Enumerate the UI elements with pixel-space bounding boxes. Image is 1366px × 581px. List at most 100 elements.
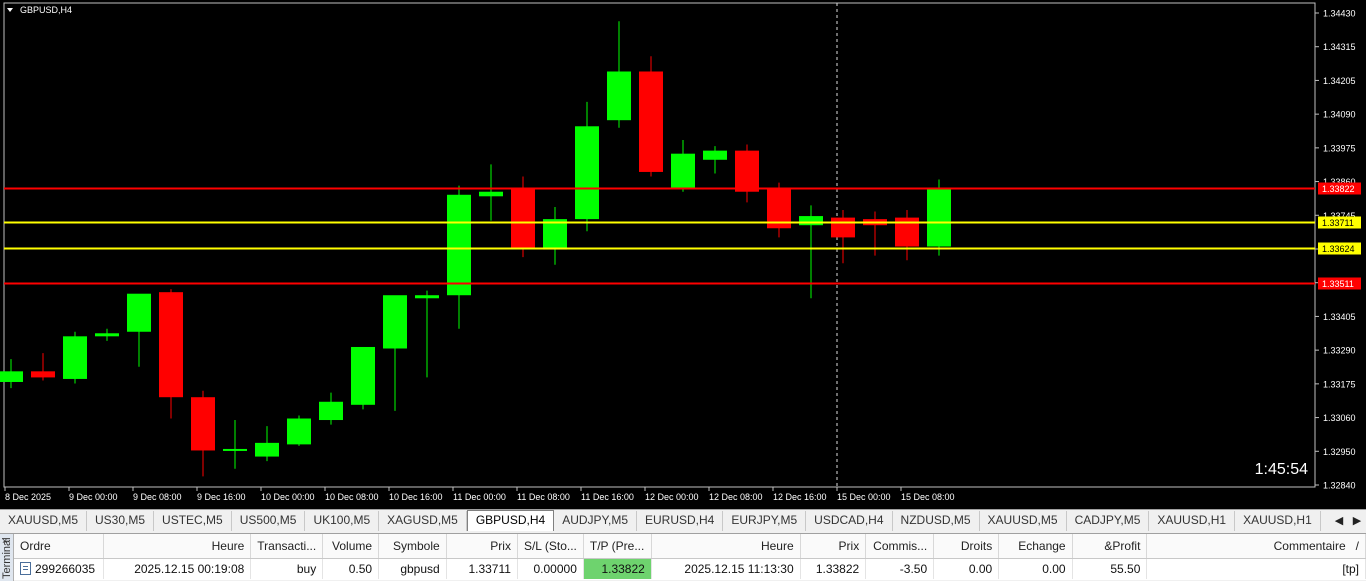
tab-cadjpy-m5-13[interactable]: CADJPY,M5 — [1067, 511, 1150, 531]
bullish-candle — [415, 295, 439, 299]
cell-heure: 2025.12.15 00:19:08 — [103, 558, 252, 579]
tab-xagusd-m5-5[interactable]: XAGUSD,M5 — [379, 511, 467, 531]
cell-tp: 1.33822 — [583, 558, 652, 579]
y-tick-label: 1.34205 — [1323, 76, 1356, 86]
tab-uk100-m5-4[interactable]: UK100,M5 — [305, 511, 380, 531]
bullish-candle — [575, 126, 599, 220]
cell-ordre: 299266035 — [35, 561, 96, 576]
col-profit[interactable]: &Profit — [1072, 534, 1148, 559]
tab-xauusd-m5-0[interactable]: XAUUSD,M5 — [0, 511, 88, 531]
candlestick-chart[interactable]: GBPUSD,H4 1.34430 1.34315 1.34205 1.34090 1.3… — [0, 0, 1366, 509]
bullish-candle — [63, 336, 87, 379]
tab-us500-m5-3[interactable]: US500,M5 — [232, 511, 306, 531]
table-row[interactable]: 299266035 2025.12.15 00:19:08 buy 0.50 g… — [14, 558, 1366, 579]
chart-window[interactable]: GBPUSD,H4 1.34430 1.34315 1.34205 1.34090 1.3… — [0, 0, 1366, 509]
x-tick-label: 10 Dec 00:00 — [261, 492, 315, 502]
bullish-candle — [95, 333, 119, 337]
sort-indicator: / — [1355, 538, 1359, 553]
terminal-panel: × Terminal Ordre Heure Transacti... Volu… — [0, 533, 1366, 581]
x-tick-label: 9 Dec 16:00 — [197, 492, 246, 502]
price-level-label-sl: 1.33511 — [1322, 279, 1354, 289]
col-ordre[interactable]: Ordre — [14, 534, 105, 559]
bullish-candle — [0, 371, 23, 382]
col-commission[interactable]: Commis... — [865, 534, 935, 559]
col-transaction[interactable]: Transacti... — [250, 534, 324, 559]
chart-menu-triangle-icon[interactable] — [7, 8, 13, 12]
x-tick-label: 15 Dec 08:00 — [901, 492, 955, 502]
y-tick-label: 1.34090 — [1323, 110, 1356, 120]
bullish-candle — [255, 442, 279, 457]
bullish-candle — [703, 150, 727, 160]
col-prix[interactable]: Prix — [446, 534, 518, 559]
col-prix-close[interactable]: Prix — [800, 534, 867, 559]
x-tick-label: 8 Dec 2025 — [5, 492, 51, 502]
bullish-candle — [351, 346, 375, 405]
tab-us30-m5-1[interactable]: US30,M5 — [87, 511, 155, 531]
bearish-candle — [159, 292, 183, 398]
cell-prix: 1.33711 — [446, 558, 518, 579]
bullish-candle — [223, 448, 247, 451]
y-tick-label: 1.33290 — [1323, 346, 1356, 356]
col-droits[interactable]: Droits — [933, 534, 1000, 559]
col-symbole[interactable]: Symbole — [378, 534, 447, 559]
x-tick-label: 15 Dec 00:00 — [837, 492, 891, 502]
cell-echange: 0.00 — [998, 558, 1073, 579]
x-tick-label: 10 Dec 08:00 — [325, 492, 379, 502]
y-tick-label: 1.33975 — [1323, 143, 1356, 153]
price-level-label-level: 1.33624 — [1322, 244, 1355, 254]
col-volume[interactable]: Volume — [322, 534, 380, 559]
cell-transaction: buy — [250, 558, 324, 579]
terminal-side-label: Terminal — [1, 537, 13, 579]
tab-audjpy-m5-7[interactable]: AUDJPY,M5 — [554, 511, 637, 531]
tab-scroll-right-icon[interactable]: ▶ — [1348, 511, 1366, 531]
tab-eurjpy-m5-9[interactable]: EURJPY,M5 — [723, 511, 807, 531]
table-header-row: Ordre Heure Transacti... Volume Symbole … — [14, 534, 1366, 559]
cell-profit: 55.50 — [1072, 558, 1148, 579]
x-tick-label: 9 Dec 00:00 — [69, 492, 118, 502]
chart-title: GBPUSD,H4 — [20, 5, 72, 15]
col-heure[interactable]: Heure — [103, 534, 252, 559]
x-tick-label: 12 Dec 00:00 — [645, 492, 699, 502]
bullish-candle — [287, 418, 311, 445]
price-level-label-entry: 1.33711 — [1322, 218, 1354, 228]
x-tick-label: 10 Dec 16:00 — [389, 492, 443, 502]
y-tick-label: 1.33175 — [1323, 379, 1356, 389]
col-echange[interactable]: Echange — [998, 534, 1073, 559]
x-tick-label: 12 Dec 08:00 — [709, 492, 763, 502]
x-tick-label: 12 Dec 16:00 — [773, 492, 827, 502]
bearish-candle — [639, 71, 663, 172]
cell-volume: 0.50 — [322, 558, 380, 579]
tab-eurusd-h4-8[interactable]: EURUSD,H4 — [637, 511, 724, 531]
tab-ustec-m5-2[interactable]: USTEC,M5 — [154, 511, 232, 531]
y-tick-label: 1.33405 — [1323, 312, 1356, 322]
bullish-candle — [127, 293, 151, 332]
tab-xauusd-m5-12[interactable]: XAUUSD,M5 — [980, 511, 1067, 531]
tab-usdcad-h4-10[interactable]: USDCAD,H4 — [806, 511, 893, 531]
bearish-candle — [31, 371, 55, 378]
cell-sl: 0.00000 — [517, 558, 584, 579]
bullish-candle — [319, 401, 343, 421]
x-tick-label: 11 Dec 08:00 — [517, 492, 570, 502]
chart-tab-bar: XAUUSD,M5 US30,M5 USTEC,M5 US500,M5 UK100,M5… — [0, 509, 1366, 531]
tab-scroll-arrows: ◀ ▶ — [1330, 511, 1366, 531]
col-tp[interactable]: T/P (Pre... — [583, 534, 652, 559]
tab-scroll-left-icon[interactable]: ◀ — [1330, 511, 1348, 531]
tab-xauusd-h1-14[interactable]: XAUUSD,H1 — [1149, 511, 1236, 531]
col-heure-close[interactable]: Heure — [651, 534, 801, 559]
cell-symbole: gbpusd — [378, 558, 447, 579]
bullish-candle — [927, 188, 951, 247]
bar-countdown-timer: 1:45:54 — [1255, 461, 1308, 478]
tab-xauusd-h1-15[interactable]: XAUUSD,H1 — [1235, 511, 1321, 531]
bearish-candle — [831, 217, 855, 238]
x-tick-label: 9 Dec 08:00 — [133, 492, 182, 502]
x-tick-label: 11 Dec 00:00 — [453, 492, 506, 502]
bullish-candle — [607, 71, 631, 121]
col-commentaire[interactable]: Commentaire / — [1146, 534, 1366, 559]
tab-gbpusd-h4-6[interactable]: GBPUSD,H4 — [466, 510, 555, 531]
y-tick-label: 1.34315 — [1323, 42, 1356, 52]
cell-heure-close: 2025.12.15 11:13:30 — [651, 558, 801, 579]
col-sl[interactable]: S/L (Sto... — [517, 534, 584, 559]
trade-history-table: Ordre Heure Transacti... Volume Symbole … — [14, 534, 1366, 579]
tab-nzdusd-m5-11[interactable]: NZDUSD,M5 — [893, 511, 980, 531]
bearish-candle — [735, 150, 759, 192]
